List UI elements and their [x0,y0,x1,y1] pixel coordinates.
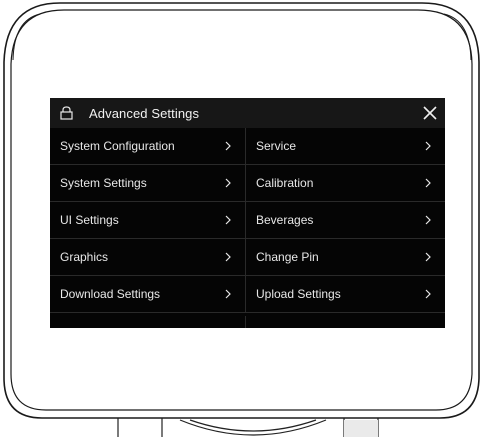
menu-item-beverages[interactable]: Beverages [246,202,445,239]
chevron-right-icon [225,215,231,225]
chevron-right-icon [425,215,431,225]
title-bar: Advanced Settings [50,98,445,128]
menu-item-label: Service [256,139,297,153]
close-icon[interactable] [422,105,438,121]
menu-item-graphics[interactable]: Graphics [50,239,246,276]
menu-item-change-pin[interactable]: Change Pin [246,239,445,276]
menu-item-label: Change Pin [256,250,319,264]
column-divider [245,316,246,328]
chevron-right-icon [425,289,431,299]
chevron-right-icon [225,141,231,151]
menu-item-calibration[interactable]: Calibration [246,165,445,202]
chevron-right-icon [225,289,231,299]
device-stage: Advanced Settings System Configuration S… [0,0,482,437]
menu-item-label: Beverages [256,213,314,227]
menu-item-label: Upload Settings [256,287,341,301]
menu-item-system-configuration[interactable]: System Configuration [50,128,246,165]
chevron-right-icon [225,252,231,262]
menu-item-label: System Settings [60,176,147,190]
chevron-right-icon [425,141,431,151]
menu-item-upload-settings[interactable]: Upload Settings [246,276,445,313]
menu-item-download-settings[interactable]: Download Settings [50,276,246,313]
stand-block [344,420,378,437]
menu-item-service[interactable]: Service [246,128,445,165]
device-stand [117,418,379,437]
menu-item-label: Calibration [256,176,314,190]
menu-item-label: UI Settings [60,213,119,227]
page-title: Advanced Settings [89,106,200,121]
chevron-right-icon [225,178,231,188]
lock-icon [60,106,73,120]
settings-menu-grid: System Configuration Service System Sett… [50,128,445,316]
chevron-right-icon [425,252,431,262]
menu-item-system-settings[interactable]: System Settings [50,165,246,202]
menu-item-label: Download Settings [60,287,161,301]
menu-item-label: Graphics [60,250,109,264]
menu-footer [50,316,445,328]
menu-item-label: System Configuration [60,139,175,153]
menu-item-ui-settings[interactable]: UI Settings [50,202,246,239]
chevron-right-icon [425,178,431,188]
settings-screen: Advanced Settings System Configuration S… [50,98,445,328]
